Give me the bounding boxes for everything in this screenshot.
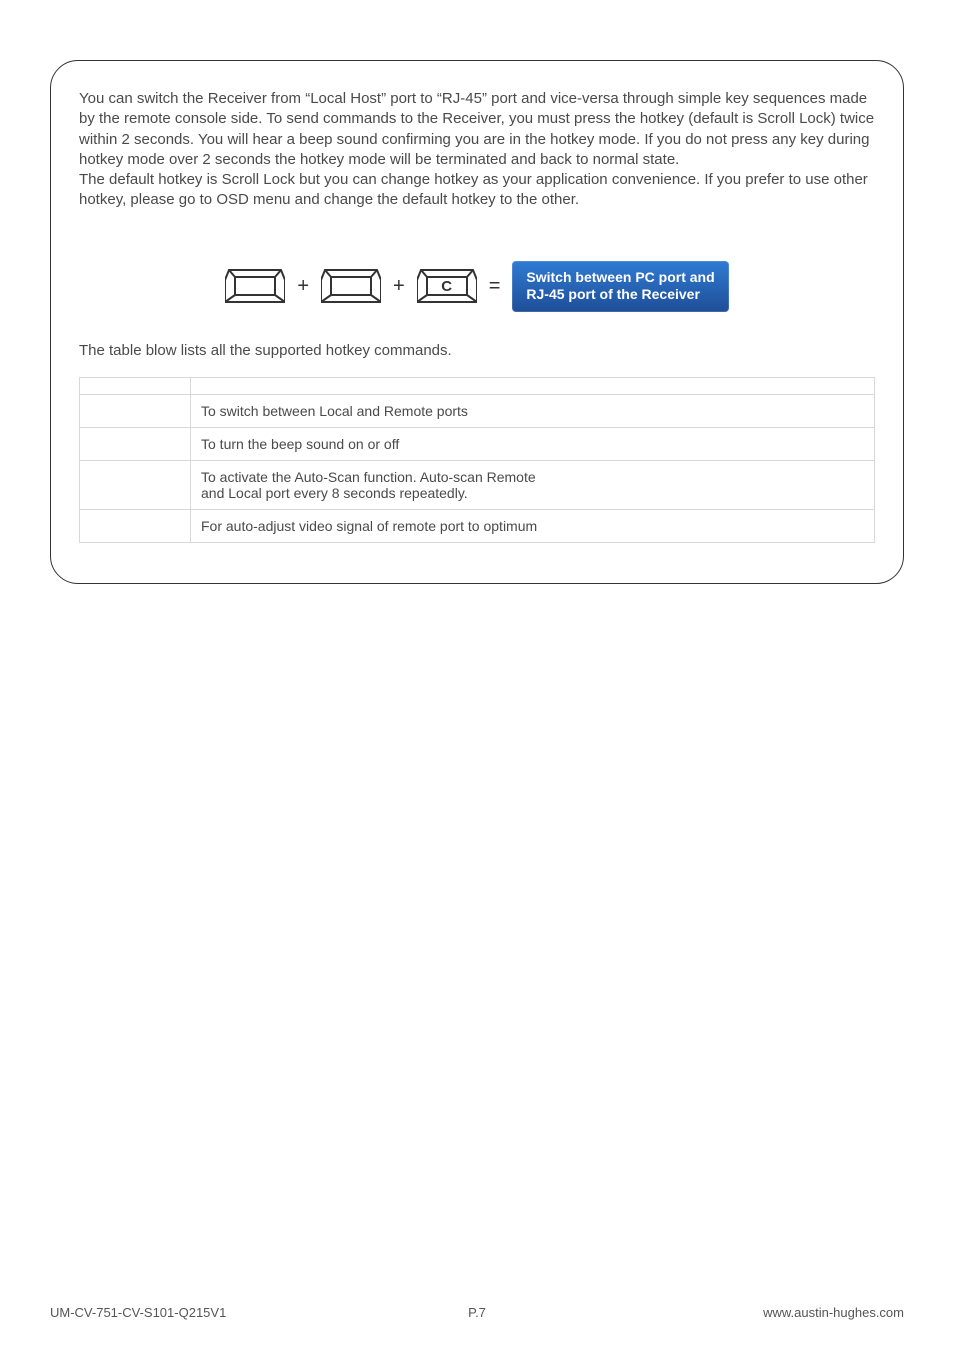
table-cell-key (80, 509, 191, 542)
keycap-c-label: C (417, 268, 477, 304)
intro-paragraph-2: The default hotkey is Scroll Lock but yo… (79, 170, 875, 211)
table-header-desc (191, 377, 875, 394)
table-row: To turn the beep sound on or off (80, 427, 875, 460)
footer-page-number: P.7 (468, 1305, 486, 1320)
table-cell-desc: To turn the beep sound on or off (191, 427, 875, 460)
content-frame: You can switch the Receiver from “Local … (50, 60, 904, 584)
hotkey-figure: + + (79, 261, 875, 312)
table-intro-text: The table blow lists all the supported h… (79, 342, 875, 359)
figure-result-chip: Switch between PC port and RJ-45 port of… (512, 261, 728, 312)
table-row: To activate the Auto-Scan function. Auto… (80, 460, 875, 509)
intro-paragraph-1: You can switch the Receiver from “Local … (79, 89, 875, 170)
table-cell-desc: For auto-adjust video signal of remote p… (191, 509, 875, 542)
keycap-blank-1-icon (225, 268, 285, 304)
equals-sign: = (487, 275, 503, 298)
table-cell-desc: To activate the Auto-Scan function. Auto… (191, 460, 875, 509)
table-cell-desc: To switch between Local and Remote ports (191, 394, 875, 427)
page-footer: UM-CV-751-CV-S101-Q215V1 P.7 www.austin-… (50, 1305, 904, 1320)
table-row: To switch between Local and Remote ports (80, 394, 875, 427)
table-header-row (80, 377, 875, 394)
table-cell-key (80, 394, 191, 427)
figure-result-line2: RJ-45 port of the Receiver (526, 286, 700, 302)
keycap-blank-2-icon (321, 268, 381, 304)
figure-result-line1: Switch between PC port and (526, 269, 714, 285)
page: You can switch the Receiver from “Local … (0, 0, 954, 1350)
plus-sign-1: + (295, 275, 311, 298)
plus-sign-2: + (391, 275, 407, 298)
keycap-c-icon: C (417, 268, 477, 304)
footer-left: UM-CV-751-CV-S101-Q215V1 (50, 1305, 226, 1320)
table-cell-key (80, 460, 191, 509)
hotkey-table: To switch between Local and Remote ports… (79, 377, 875, 543)
table-cell-key (80, 427, 191, 460)
footer-right: www.austin-hughes.com (763, 1305, 904, 1320)
table-header-key (80, 377, 191, 394)
table-row: For auto-adjust video signal of remote p… (80, 509, 875, 542)
